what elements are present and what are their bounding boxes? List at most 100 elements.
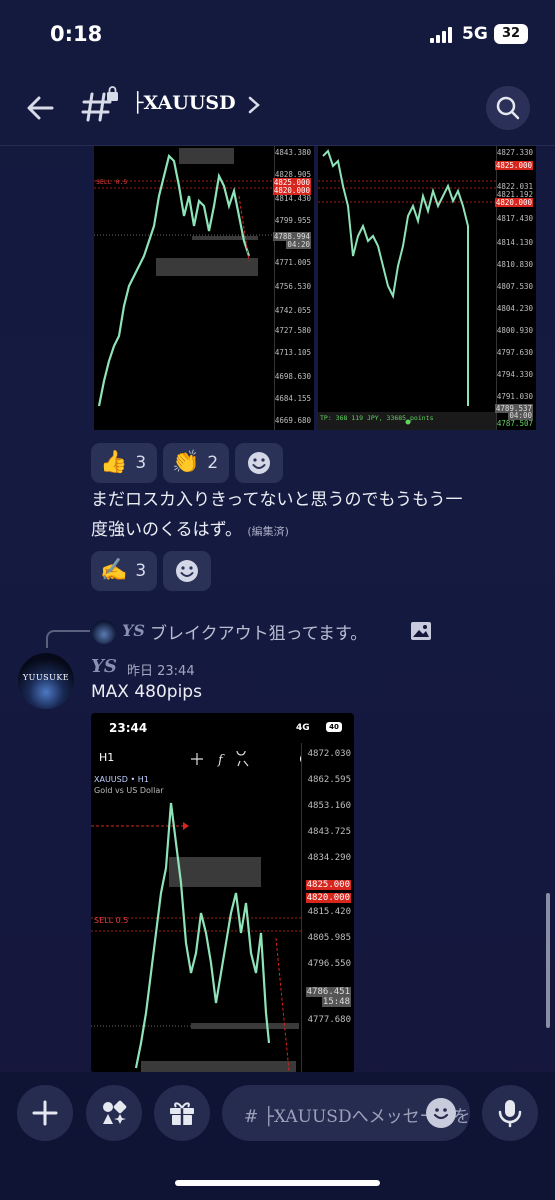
tick: 4825.000 [305, 880, 351, 890]
reaction-writing-hand[interactable]: ✍️ 3 [91, 551, 157, 591]
tick: 4742.055 [274, 306, 311, 315]
tick: 4777.680 [307, 1015, 351, 1025]
add-reaction-button[interactable] [235, 443, 283, 483]
attached-screenshot[interactable]: 23:44 4G 40 H1 f XAUUSD • H1 Gold vs US … [91, 713, 354, 1073]
channel-header: ├XAUUSD [0, 78, 555, 138]
tp-label: TP: 368 119 JPY, 33685 points [320, 414, 434, 422]
tick: 4862.595 [307, 775, 351, 785]
smiley-icon [433, 1108, 449, 1120]
thumbs-up-icon: 👍 [100, 450, 128, 475]
avatar-label: YUUSUKE [22, 673, 70, 682]
tick: 15:48 [321, 997, 351, 1007]
status-bar: 0:18 5G 32 [0, 0, 555, 70]
tick: 4805.985 [307, 933, 351, 943]
tick: 04:20 [286, 240, 311, 249]
microphone-icon [498, 1100, 522, 1128]
tick: 4814.130 [496, 238, 533, 247]
tick: 4800.930 [496, 326, 533, 335]
tick: 4815.420 [307, 907, 351, 917]
objects-icon [236, 751, 249, 767]
tick: 4820.000 [305, 893, 351, 903]
tick: 4807.530 [496, 282, 533, 291]
screenshot-network: 4G [296, 723, 310, 733]
writing-hand-icon: ✍️ [100, 558, 128, 583]
message-text: まだロスカ入りきってないと思うのでもうもう一 度強いのくるはず。 (編集済) [91, 485, 462, 547]
status-time: 0:18 [50, 22, 103, 46]
back-arrow-icon[interactable] [22, 90, 58, 126]
tick: 4669.680 [274, 416, 311, 425]
image-icon [411, 622, 431, 640]
tick: 4698.630 [274, 372, 311, 381]
battery-icon: 32 [494, 24, 528, 44]
tick: 4827.330 [496, 148, 533, 157]
reaction-thumbs-up[interactable]: 👍 3 [91, 443, 157, 483]
clap-icon: 👏 [172, 450, 200, 475]
channel-title[interactable]: ├XAUUSD [132, 92, 236, 114]
message-line-2: 度強いのくるはず。 (編集済) [91, 515, 462, 547]
reply-preview-text[interactable]: ブレイクアウト狙ってます。 [150, 619, 367, 644]
smiley-icon [248, 452, 270, 474]
tick: 4756.530 [274, 282, 311, 291]
tick: 4814.430 [274, 194, 311, 203]
gift-icon [170, 1102, 194, 1125]
timeframe-label: H1 [99, 751, 115, 764]
price-axis-right: 4827.330 4825.000 4822.031 4821.192 4820… [494, 146, 536, 430]
screenshot-time: 23:44 [109, 721, 148, 735]
gift-button[interactable] [154, 1085, 210, 1141]
tick: 4797.630 [496, 348, 533, 357]
tick: 4794.330 [496, 370, 533, 379]
chart-image-right[interactable]: TP: 368 119 JPY, 33685 points 4827.330 4… [318, 146, 536, 430]
network-label: 5G [462, 24, 488, 44]
edited-label: (編集済) [247, 525, 289, 538]
tick: 4817.430 [496, 214, 533, 223]
reaction-count: 3 [135, 561, 147, 581]
tick: 4727.580 [274, 326, 311, 335]
tick: 4804.230 [496, 304, 533, 313]
search-button[interactable] [486, 86, 530, 130]
tick: 4834.290 [307, 853, 351, 863]
add-attachment-button[interactable] [17, 1085, 73, 1141]
reaction-count: 2 [207, 453, 219, 473]
tick: 4799.955 [274, 216, 311, 225]
scrollbar[interactable] [546, 893, 550, 1028]
tick: 4713.105 [274, 348, 311, 357]
chevron-right-icon[interactable] [246, 94, 262, 116]
voice-message-button[interactable] [482, 1085, 538, 1141]
indicator-icon: f [217, 753, 225, 767]
reaction-count: 3 [135, 453, 147, 473]
reply-connector [46, 630, 90, 648]
message-line: 度強いのくるはず。 [91, 520, 242, 540]
smiley-icon [176, 560, 198, 582]
tick: 4853.160 [307, 801, 351, 811]
message-input[interactable]: # ├XAUUSDへメッセージを送信 [222, 1085, 470, 1141]
emoji-button[interactable] [426, 1098, 456, 1128]
reaction-clap[interactable]: 👏 2 [163, 443, 229, 483]
tick: 4872.030 [307, 749, 351, 759]
home-indicator [175, 1180, 380, 1186]
plus-icon [32, 1100, 58, 1126]
chart-image-left[interactable]: SELL 0.5 4843.380 4828.905 4825.000 4820… [94, 146, 314, 430]
screenshot-battery: 40 [326, 722, 342, 732]
message-author[interactable]: YS [91, 656, 117, 677]
candles-right: TP: 368 119 JPY, 33685 points [318, 149, 498, 430]
reply-avatar[interactable] [92, 620, 116, 644]
tick: 4791.030 [496, 392, 533, 401]
tick: 4820.000 [494, 198, 533, 207]
reply-author[interactable]: YS [122, 621, 145, 640]
add-reaction-button[interactable] [163, 551, 211, 591]
search-icon [496, 96, 520, 120]
signal-icon [430, 27, 456, 43]
message-line: まだロスカ入りきってないと思うのでもうもう一 [91, 490, 463, 510]
apps-button[interactable] [86, 1085, 142, 1141]
tick: 4843.725 [307, 827, 351, 837]
locked-channel-hash-icon [81, 86, 118, 122]
avatar[interactable]: YUUSUKE [18, 653, 74, 709]
tick: 4684.155 [274, 394, 311, 403]
price-axis-left: 4843.380 4828.905 4825.000 4820.000 4814… [272, 146, 314, 430]
candles-left: SELL 0.5 [94, 148, 274, 407]
tick: 4810.830 [496, 260, 533, 269]
tick: 4796.550 [307, 959, 351, 969]
apps-icon [103, 1100, 127, 1124]
tick: 4787.507 [496, 419, 533, 428]
screenshot-price-axis: 4872.030 4862.595 4853.160 4843.725 4834… [301, 743, 354, 1073]
